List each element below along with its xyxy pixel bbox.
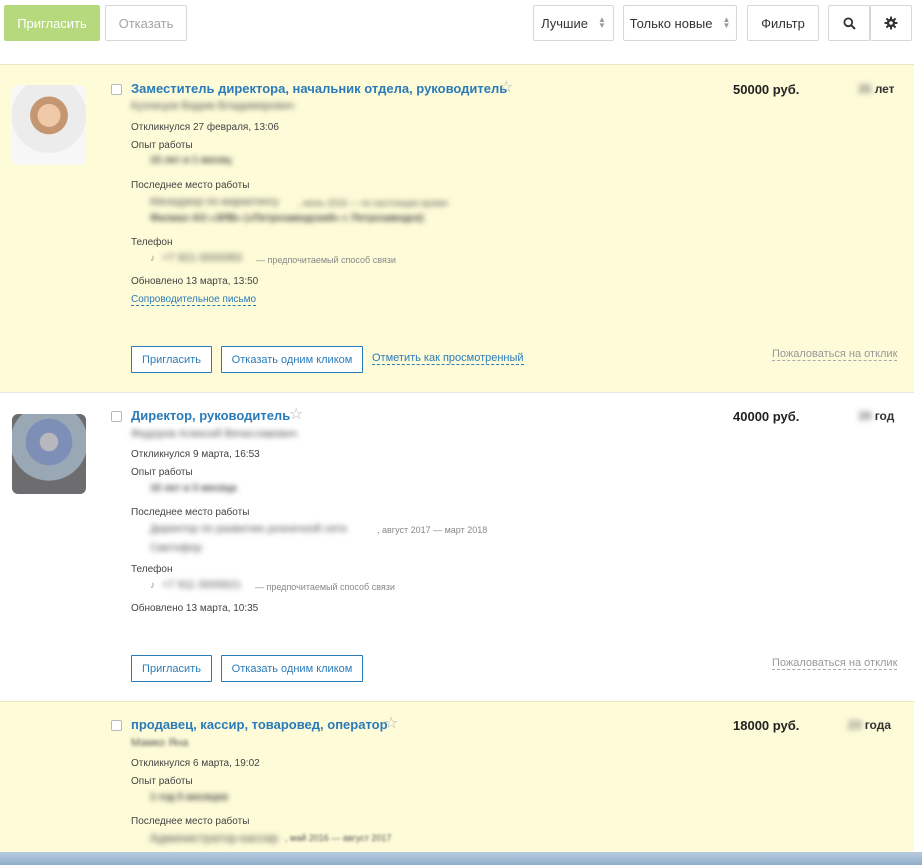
taskbar-edge <box>0 852 922 865</box>
age-unit: лет <box>874 82 895 96</box>
reject-one-click-button[interactable]: Отказать одним кликом <box>221 346 363 373</box>
salary: 40000 руб. <box>733 409 800 424</box>
phone-label: Телефон <box>131 237 173 248</box>
resume-title-link[interactable]: Заместитель директора, начальник отдела,… <box>131 81 507 96</box>
favorite-star-icon[interactable]: ☆ <box>289 407 303 423</box>
avatar[interactable] <box>12 414 86 494</box>
invite-candidate-button[interactable]: Пригласить <box>131 346 212 373</box>
age: 23 года <box>848 718 891 732</box>
select-checkbox[interactable] <box>111 84 122 95</box>
invite-button[interactable]: Пригласить <box>4 5 100 41</box>
experience-label: Опыт работы <box>131 467 193 478</box>
select-checkbox[interactable] <box>111 411 122 422</box>
only-new-label: Только новые <box>629 15 713 31</box>
candidate-name: Федоров Алексей Вячеславович <box>131 428 298 440</box>
last-job-label: Последнее место работы <box>131 816 250 827</box>
response-card: Директор, руководитель ☆ 40000 руб. 39 г… <box>0 392 914 701</box>
avatar[interactable] <box>12 85 86 165</box>
only-new-select[interactable]: Только новые ▲ ▼ <box>623 5 737 41</box>
experience-label: Опыт работы <box>131 140 193 151</box>
age: 35 лет <box>858 82 895 96</box>
cover-letter-link[interactable]: Сопроводительное письмо <box>131 294 257 306</box>
select-arrows-icon: ▲ ▼ <box>722 15 731 30</box>
candidate-name: Кузнецов Вадим Владимирович <box>131 100 295 112</box>
last-job-label: Последнее место работы <box>131 507 250 518</box>
response-card: продавец, кассир, товаровед, оператор ☆ … <box>0 701 914 852</box>
preferred-contact-note: — предпочитаемый способ связи <box>256 255 396 265</box>
last-job-title: Директор по развитию розничной сети <box>150 523 347 535</box>
salary: 50000 руб. <box>733 82 800 97</box>
experience-value: 10 лет и 3 месяца <box>150 483 237 494</box>
experience-value: 15 лет и 1 месяц <box>150 155 231 166</box>
search-icon <box>843 17 856 30</box>
gear-icon <box>884 16 898 30</box>
filter-button[interactable]: Фильтр <box>747 5 819 41</box>
last-job-period: , май 2016 — август 2017 <box>285 833 392 843</box>
age-unit: год <box>874 409 895 423</box>
phone-icon: ♪ <box>150 253 155 264</box>
reject-button[interactable]: Отказать <box>105 5 187 41</box>
last-job-title: Менеджер по маркетингу <box>150 196 279 208</box>
updated-date: Обновлено 13 марта, 10:35 <box>131 603 259 614</box>
responded-date: Откликнулся 9 марта, 16:53 <box>131 449 260 460</box>
phone-value[interactable]: +7 911 0000621 <box>162 579 241 591</box>
resume-title-link[interactable]: продавец, кассир, товаровед, оператор <box>131 717 388 732</box>
last-job-company: Светофор <box>150 542 202 554</box>
last-job-company: Филиал АО «ЭЛВ» («Петрозаводский» г. Пет… <box>150 213 424 224</box>
response-card: Заместитель директора, начальник отдела,… <box>0 64 914 392</box>
search-button[interactable] <box>828 5 870 41</box>
favorite-star-icon[interactable]: ☆ <box>499 80 513 96</box>
salary: 18000 руб. <box>733 718 800 733</box>
resume-title-link[interactable]: Директор, руководитель <box>131 408 290 423</box>
last-job-title: Администратор-кассир <box>150 831 279 845</box>
select-arrows-icon: ▲ ▼ <box>597 15 606 30</box>
complain-link[interactable]: Пожаловаться на отклик <box>772 657 898 670</box>
mark-viewed-link[interactable]: Отметить как просмотренный <box>372 352 524 365</box>
last-job-period: , июнь 2016 — по настоящее время <box>298 198 448 208</box>
age-value: 23 <box>848 718 862 732</box>
phone-label: Телефон <box>131 564 173 575</box>
experience-value: 1 год 5 месяцев <box>150 792 228 803</box>
age-value: 35 <box>858 82 872 96</box>
select-checkbox[interactable] <box>111 720 122 731</box>
phone-value[interactable]: +7 921 0000083 <box>162 252 242 264</box>
toolbar: Пригласить Отказать Лучшие ▲ ▼ Только нов… <box>0 0 922 64</box>
phone-icon: ♪ <box>150 580 155 591</box>
responded-date: Откликнулся 6 марта, 19:02 <box>131 758 260 769</box>
responded-date: Откликнулся 27 февраля, 13:06 <box>131 122 279 133</box>
complain-link[interactable]: Пожаловаться на отклик <box>772 348 898 361</box>
sort-best-select[interactable]: Лучшие ▲ ▼ <box>533 5 614 41</box>
sort-best-label: Лучшие <box>541 15 588 31</box>
candidate-name: Мамко Яна <box>131 737 189 749</box>
last-job-label: Последнее место работы <box>131 180 250 191</box>
age-value: 39 <box>858 409 872 423</box>
invite-candidate-button[interactable]: Пригласить <box>131 655 212 682</box>
age: 39 год <box>858 409 894 423</box>
age-unit: года <box>864 718 892 732</box>
reject-one-click-button[interactable]: Отказать одним кликом <box>221 655 363 682</box>
preferred-contact-note: — предпочитаемый способ связи <box>255 582 395 592</box>
last-job-period: , август 2017 — март 2018 <box>377 525 488 535</box>
settings-button[interactable] <box>870 5 912 41</box>
updated-date: Обновлено 13 марта, 13:50 <box>131 276 259 287</box>
favorite-star-icon[interactable]: ☆ <box>384 716 398 732</box>
experience-label: Опыт работы <box>131 776 193 787</box>
